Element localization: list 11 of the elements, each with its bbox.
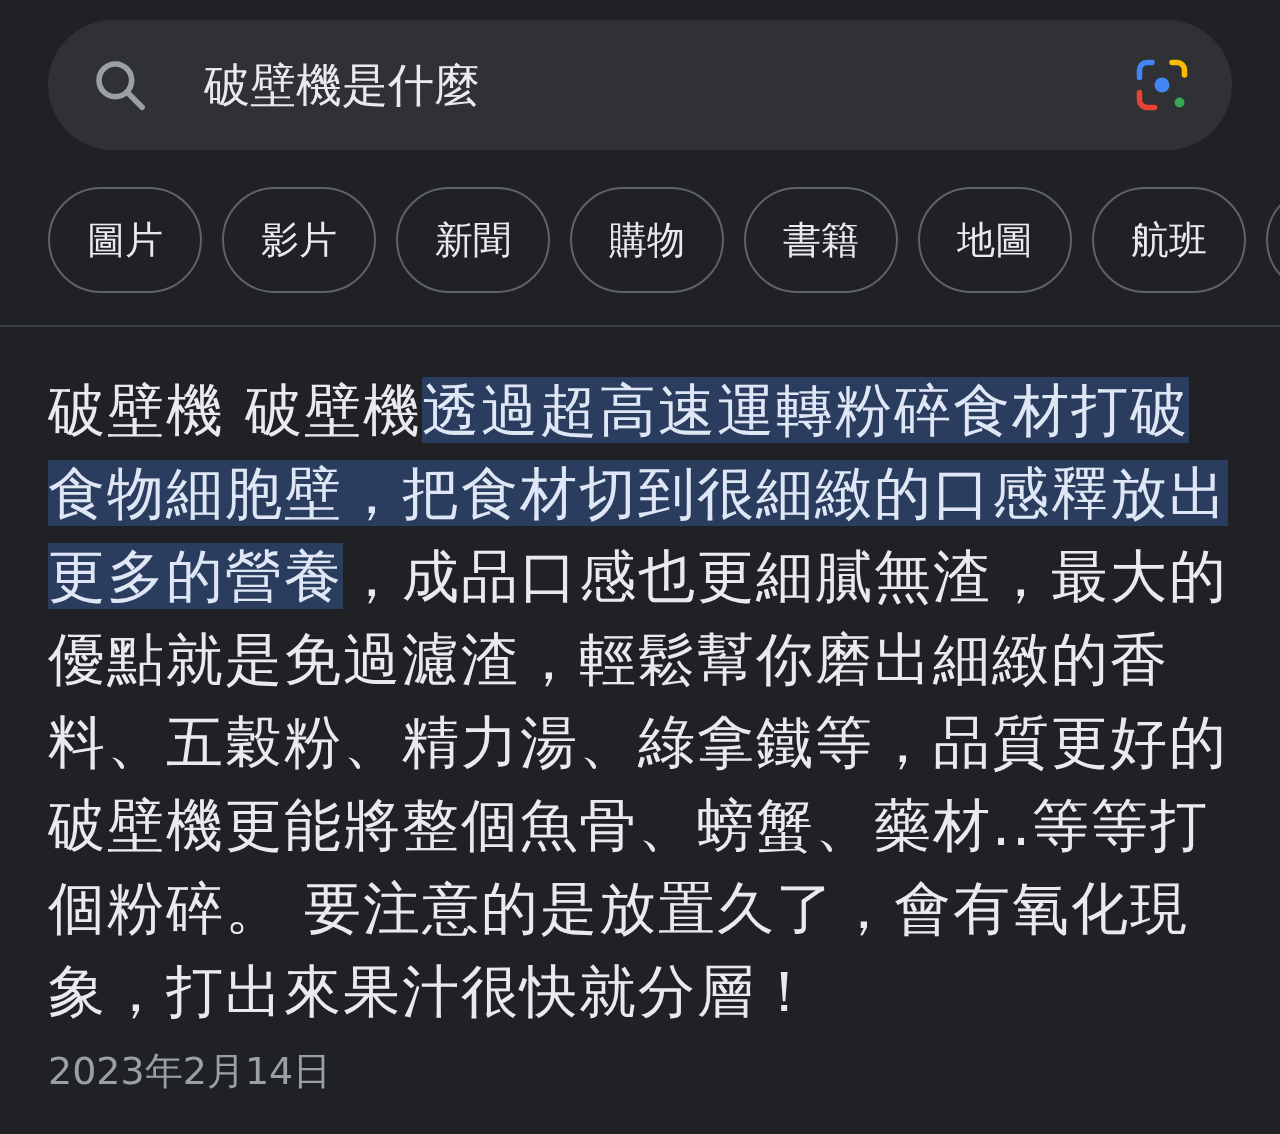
snippet-date: 2023年2月14日 [48, 1048, 333, 1095]
filter-chip[interactable]: 地圖 [918, 187, 1072, 293]
filter-chip[interactable]: 購物 [570, 187, 724, 293]
answer-snippet: 破壁機 破壁機透過超高速運轉粉碎食材打破食物細胞壁，把食材切到很細緻的口感釋放出更多的營養，成品口感也更細膩無渣，最大的優點就是免過濾渣，輕鬆幫你磨出細緻的香料、五穀粉、精力湯、綠拿鐵等，品質更好的破壁機更能將整個魚骨、螃蟹、藥材..等等打個粉碎。 要注意的是放置久了，會有氧化現象，打出來果汁很快就分層！ [48, 376, 1229, 1026]
search-query: 破壁機是什麼 [204, 56, 481, 114]
filter-chip[interactable]: 航班 [1092, 187, 1246, 293]
filter-chip[interactable]: 圖片 [48, 187, 202, 293]
search-bar[interactable]: 破壁機是什麼 [48, 20, 1232, 150]
filter-chip[interactable]: 新聞 [396, 187, 550, 293]
filter-chip[interactable]: 書籍 [744, 187, 898, 293]
filter-chip[interactable]: 影片 [222, 187, 376, 293]
